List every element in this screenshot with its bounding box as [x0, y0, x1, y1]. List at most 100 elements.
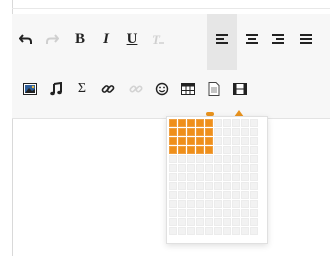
table-size-cell[interactable]	[241, 119, 249, 127]
insert-file-button[interactable]	[202, 76, 226, 102]
table-size-cell[interactable]	[250, 128, 258, 136]
table-size-cell[interactable]	[205, 227, 213, 235]
table-size-cell[interactable]	[250, 146, 258, 154]
table-size-cell[interactable]	[223, 218, 231, 226]
clear-format-button[interactable]: T	[146, 26, 170, 52]
table-size-cell[interactable]	[187, 191, 195, 199]
insert-link-button[interactable]	[96, 76, 120, 102]
table-size-cell[interactable]	[232, 137, 240, 145]
table-size-cell[interactable]	[169, 128, 177, 136]
table-size-cell[interactable]	[187, 182, 195, 190]
table-size-cell[interactable]	[250, 182, 258, 190]
table-size-cell[interactable]	[232, 155, 240, 163]
table-size-cell[interactable]	[178, 200, 186, 208]
table-size-cell[interactable]	[187, 227, 195, 235]
table-size-cell[interactable]	[250, 137, 258, 145]
table-size-cell[interactable]	[223, 128, 231, 136]
table-size-cell[interactable]	[178, 173, 186, 181]
table-size-cell[interactable]	[232, 182, 240, 190]
bold-button[interactable]: B	[68, 26, 92, 52]
table-size-cell[interactable]	[250, 155, 258, 163]
table-size-cell[interactable]	[250, 209, 258, 217]
table-size-cell[interactable]	[205, 209, 213, 217]
table-size-cell[interactable]	[241, 209, 249, 217]
table-size-cell[interactable]	[241, 227, 249, 235]
table-size-cell[interactable]	[232, 119, 240, 127]
insert-music-button[interactable]	[44, 76, 68, 102]
table-size-cell[interactable]	[205, 146, 213, 154]
table-size-cell[interactable]	[169, 182, 177, 190]
table-size-cell[interactable]	[205, 200, 213, 208]
table-size-cell[interactable]	[250, 200, 258, 208]
table-size-cell[interactable]	[196, 191, 204, 199]
table-size-cell[interactable]	[196, 128, 204, 136]
insert-video-button[interactable]	[228, 76, 252, 102]
table-size-cell[interactable]	[178, 164, 186, 172]
insert-formula-button[interactable]: Σ	[70, 76, 94, 102]
table-size-cell[interactable]	[187, 155, 195, 163]
table-size-cell[interactable]	[250, 119, 258, 127]
table-size-cell[interactable]	[232, 164, 240, 172]
table-size-cell[interactable]	[205, 137, 213, 145]
table-size-cell[interactable]	[214, 146, 222, 154]
table-size-grid[interactable]	[169, 119, 258, 235]
table-size-cell[interactable]	[250, 191, 258, 199]
table-size-cell[interactable]	[169, 164, 177, 172]
table-size-cell[interactable]	[178, 155, 186, 163]
table-size-cell[interactable]	[196, 119, 204, 127]
table-size-cell[interactable]	[241, 173, 249, 181]
table-size-cell[interactable]	[169, 146, 177, 154]
table-size-cell[interactable]	[214, 164, 222, 172]
table-size-cell[interactable]	[178, 128, 186, 136]
table-size-cell[interactable]	[187, 200, 195, 208]
table-size-cell[interactable]	[214, 173, 222, 181]
insert-image-button[interactable]	[18, 76, 42, 102]
table-size-cell[interactable]	[178, 137, 186, 145]
table-size-cell[interactable]	[223, 209, 231, 217]
table-size-cell[interactable]	[232, 128, 240, 136]
table-size-cell[interactable]	[205, 191, 213, 199]
table-size-cell[interactable]	[196, 146, 204, 154]
table-size-cell[interactable]	[232, 191, 240, 199]
align-center-button[interactable]	[240, 26, 264, 52]
table-size-cell[interactable]	[196, 173, 204, 181]
table-size-cell[interactable]	[169, 209, 177, 217]
table-size-cell[interactable]	[214, 191, 222, 199]
table-size-cell[interactable]	[241, 137, 249, 145]
table-size-cell[interactable]	[250, 164, 258, 172]
table-size-cell[interactable]	[241, 218, 249, 226]
table-size-cell[interactable]	[169, 173, 177, 181]
table-size-cell[interactable]	[223, 146, 231, 154]
table-size-cell[interactable]	[214, 227, 222, 235]
table-size-cell[interactable]	[232, 209, 240, 217]
table-size-cell[interactable]	[187, 218, 195, 226]
table-size-cell[interactable]	[187, 119, 195, 127]
table-size-cell[interactable]	[223, 155, 231, 163]
table-size-cell[interactable]	[214, 209, 222, 217]
table-size-cell[interactable]	[223, 119, 231, 127]
table-size-cell[interactable]	[223, 182, 231, 190]
table-size-cell[interactable]	[214, 128, 222, 136]
table-size-cell[interactable]	[196, 227, 204, 235]
table-size-cell[interactable]	[205, 182, 213, 190]
align-right-button[interactable]	[266, 26, 290, 52]
table-size-cell[interactable]	[187, 173, 195, 181]
table-size-cell[interactable]	[223, 227, 231, 235]
table-size-cell[interactable]	[214, 200, 222, 208]
table-size-cell[interactable]	[178, 146, 186, 154]
table-size-cell[interactable]	[187, 137, 195, 145]
table-size-cell[interactable]	[214, 218, 222, 226]
table-size-cell[interactable]	[205, 119, 213, 127]
table-size-cell[interactable]	[232, 146, 240, 154]
table-size-cell[interactable]	[205, 155, 213, 163]
table-size-cell[interactable]	[232, 200, 240, 208]
insert-emoji-button[interactable]	[150, 76, 174, 102]
table-size-cell[interactable]	[196, 182, 204, 190]
table-size-cell[interactable]	[223, 173, 231, 181]
align-left-button[interactable]	[210, 26, 234, 52]
table-size-cell[interactable]	[196, 218, 204, 226]
table-size-cell[interactable]	[223, 191, 231, 199]
table-size-cell[interactable]	[178, 182, 186, 190]
insert-table-button[interactable]	[176, 76, 200, 102]
table-size-cell[interactable]	[205, 218, 213, 226]
